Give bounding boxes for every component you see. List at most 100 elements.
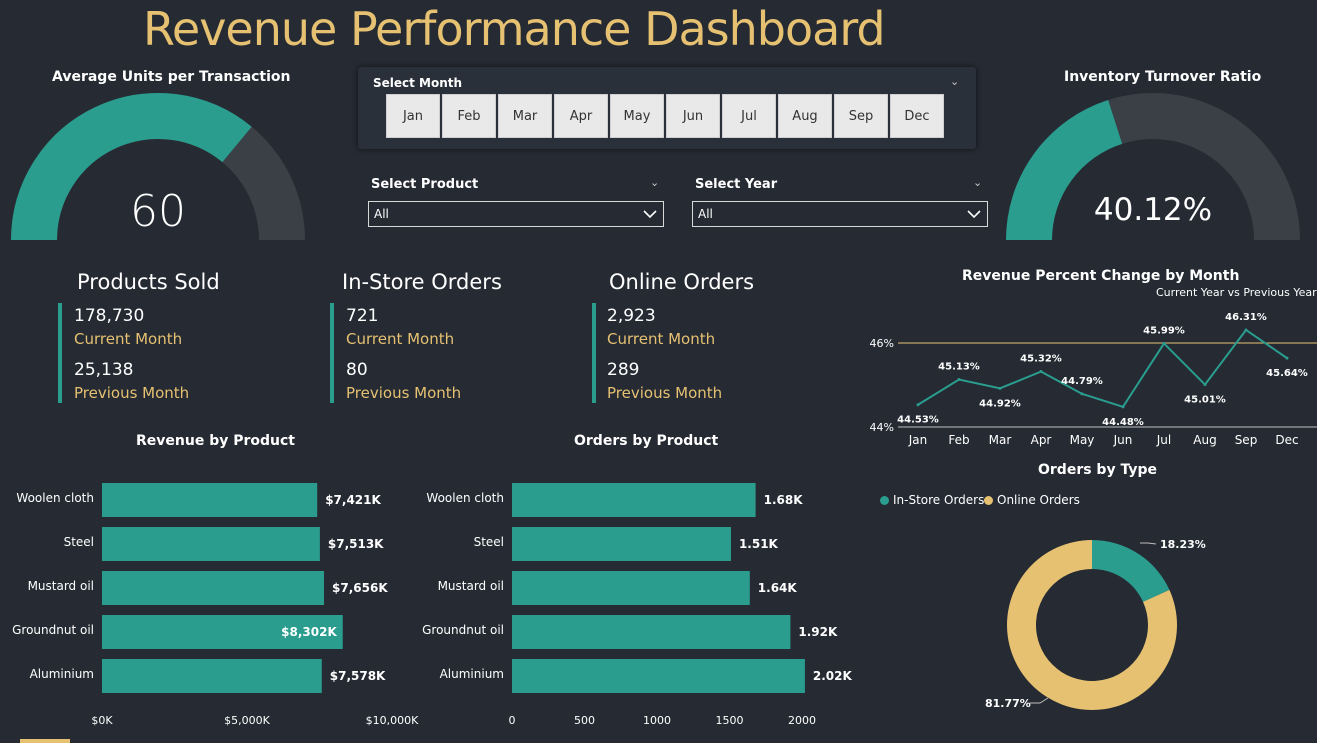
axis-tick-label: 0 [509,714,516,727]
kpi-products-sold-previous: 25,138 [74,360,134,380]
bar[interactable] [102,527,320,561]
month-button-jan[interactable]: Jan [386,94,440,138]
bar-category-label: Groundnut oil [12,623,94,637]
bar[interactable] [102,659,322,693]
line-point[interactable] [916,403,920,407]
product-filter-dropdown[interactable]: All [368,201,664,227]
bar-category-label: Steel [474,535,504,549]
kpi-instore-orders-title: In-Store Orders [342,270,502,294]
product-filter-label: Select Product [371,177,479,192]
legend-dot-icon [880,495,889,505]
kpi-accent-bar [592,303,596,403]
bar-data-label: $7,421K [325,493,381,507]
x-tick-label: Jan [908,433,928,447]
page-indicator [20,739,70,743]
chevron-down-icon[interactable]: ⌄ [973,176,982,189]
month-button-jun[interactable]: Jun [666,94,720,138]
year-filter-dropdown[interactable]: All [692,201,988,227]
donut-slice[interactable] [1092,540,1170,602]
line-data-label: 44.48% [1102,417,1144,428]
bar[interactable] [512,571,750,605]
line-point[interactable] [957,378,961,382]
month-button-jul[interactable]: Jul [722,94,776,138]
chevron-down-icon[interactable]: ⌄ [950,75,959,88]
line-data-label: 45.01% [1184,395,1226,406]
chart-title-orders-by-type: Orders by Type [1038,462,1157,478]
kpi-online-orders-previous: 289 [607,360,640,380]
line-point[interactable] [1080,392,1084,396]
x-tick-label: Mar [989,433,1012,447]
chevron-down-icon [967,210,981,219]
chart-title-revenue-by-product: Revenue by Product [136,433,295,449]
chart-subtitle-revenue-percent-change: Current Year vs Previous Year [1156,286,1317,299]
line-point[interactable] [1121,405,1125,409]
kpi-current-label: Current Month [346,330,455,348]
gauge-value-avg-units: 60 [130,186,186,237]
kpi-instore-orders-current: 721 [346,306,379,326]
bar-data-label: 1.92K [798,625,838,639]
x-tick-label: Dec [1275,433,1298,447]
line-point[interactable] [1285,356,1289,360]
line-data-label: 44.53% [897,415,939,426]
bar-category-label: Woolen cloth [16,491,94,505]
x-tick-label: Feb [948,433,969,447]
line-data-label: 44.79% [1061,376,1103,387]
line-point[interactable] [1244,328,1248,332]
x-tick-label: Jun [1113,433,1133,447]
x-tick-label: Aug [1193,433,1216,447]
bar[interactable] [102,483,318,517]
month-button-feb[interactable]: Feb [442,94,496,138]
gauge-title-avg-units: Average Units per Transaction [52,69,291,85]
x-tick-label: Sep [1235,433,1258,447]
bar-data-label: 2.02K [813,669,853,683]
legend-dot-icon [984,495,993,505]
line-point[interactable] [1162,341,1166,345]
month-button-may[interactable]: May [610,94,664,138]
label-leader-line [1140,542,1157,545]
line-point[interactable] [1039,370,1043,374]
label-leader-line [1030,697,1049,704]
x-tick-label: May [1070,433,1095,447]
gauge-title-inventory-turnover: Inventory Turnover Ratio [1064,69,1262,85]
chart-title-revenue-percent-change: Revenue Percent Change by Month [962,268,1240,284]
kpi-previous-label: Previous Month [74,384,190,402]
chevron-down-icon[interactable]: ⌄ [650,176,659,189]
bar-data-label: $7,513K [328,537,384,551]
bar[interactable] [512,659,805,693]
line-point[interactable] [998,386,1002,390]
chart-revenue-by-product: Woolen cloth $7,421K Steel $7,513K Mustard o… [12,483,419,727]
bar-category-label: Aluminium [30,667,94,681]
month-slicer-label: Select Month [373,76,463,90]
line-data-label: 45.64% [1266,368,1308,379]
bar-category-label: Aluminium [440,667,504,681]
axis-tick-label: 1000 [643,714,671,727]
kpi-previous-label: Previous Month [346,384,462,402]
month-button-row: Jan Feb Mar Apr May Jun Jul Aug Sep Dec [386,94,944,138]
bar-category-label: Woolen cloth [426,491,504,505]
y-tick-label: 44% [870,421,894,434]
year-filter-label: Select Year [695,177,778,192]
month-button-apr[interactable]: Apr [554,94,608,138]
legend-label: Online Orders [997,493,1080,507]
donut-data-label: 18.23% [1160,538,1206,551]
month-button-dec[interactable]: Dec [890,94,944,138]
axis-tick-label: 500 [574,714,595,727]
y-tick-label: 46% [870,337,894,350]
month-button-mar[interactable]: Mar [498,94,552,138]
month-button-sep[interactable]: Sep [834,94,888,138]
gauge-value-inventory-turnover: 40.12% [1093,192,1213,228]
bar[interactable] [512,483,756,517]
kpi-products-sold-title: Products Sold [77,270,220,294]
bar-category-label: Mustard oil [438,579,504,593]
bar[interactable] [512,615,791,649]
bar-data-label: 1.68K [764,493,804,507]
product-filter-value: All [374,207,389,221]
bar-category-label: Groundnut oil [422,623,504,637]
dashboard-title: Revenue Performance Dashboard [143,2,886,56]
line-point[interactable] [1203,383,1207,387]
bar[interactable] [512,527,731,561]
month-button-aug[interactable]: Aug [778,94,832,138]
legend-online-orders: Online Orders [984,493,1080,507]
bar[interactable] [102,571,325,605]
bar-category-label: Mustard oil [28,579,94,593]
